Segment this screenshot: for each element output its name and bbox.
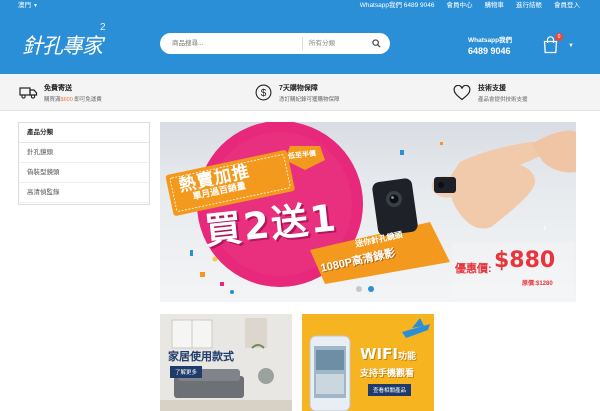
top-link-login[interactable]: 會員登入	[554, 0, 580, 11]
feature-title: 7天購物保障	[279, 84, 318, 92]
svg-text:$: $	[260, 88, 266, 99]
feature-support: 技術支援 產品會提供技術支援	[452, 74, 528, 111]
banner-next-arrow[interactable]: ›	[543, 222, 547, 234]
promo-wifi-title: WIFI功能	[360, 344, 416, 363]
top-link-member-center[interactable]: 會員中心	[447, 0, 473, 11]
hand-holding-camera-image	[431, 130, 576, 229]
sidebar-heading: 產品分類	[19, 123, 149, 143]
whatsapp-number: 6489 9046	[468, 46, 511, 56]
search-input[interactable]	[160, 33, 302, 54]
promo-wifi-title-main: WIFI	[360, 345, 398, 363]
search-bar: 所有分類	[160, 33, 390, 54]
top-links: Whatsapp我們 6489 9046 會員中心 購物車 進行結帳 會員登入	[360, 0, 580, 11]
chevron-down-icon: ▼	[33, 3, 38, 9]
heart-icon	[452, 83, 472, 103]
feature-title: 技術支援	[478, 84, 506, 92]
top-link-cart[interactable]: 購物車	[485, 0, 505, 11]
promo-wifi-title-suffix: 功能	[397, 352, 416, 362]
feature-desc: 產品會提供技術支援	[478, 96, 528, 103]
logo-superscript: 2	[100, 22, 105, 33]
promo-learn-more-button[interactable]: 了解更多	[170, 366, 203, 378]
promo-wifi-subtitle: 支持手機觀看	[360, 368, 415, 378]
feature-strip: 免費寄送 購買滿$600 即可免運費 $ 7天購物保障 憑訂購紀錄可獲購物保障 …	[0, 74, 600, 111]
top-bar: 澳門 ▼ Whatsapp我們 6489 9046 會員中心 購物車 進行結帳 會…	[0, 0, 600, 11]
search-button[interactable]	[362, 33, 390, 54]
promo-title: 家居使用款式	[168, 350, 234, 363]
original-price: 原價:$1280	[522, 281, 553, 287]
region-label: 澳門	[18, 2, 31, 9]
feature-title: 免費寄送	[44, 84, 72, 92]
promo-wifi[interactable]: WIFI功能 支持手機觀看 查看相關產品	[302, 314, 434, 411]
feature-free-shipping: 免費寄送 購買滿$600 即可免運費	[18, 74, 102, 111]
sidebar-item-disguised-lens[interactable]: 偽裝型鏡頭	[19, 163, 149, 183]
search-icon	[371, 39, 381, 48]
feature-desc: 購買滿$600 即可免運費	[44, 96, 102, 103]
whatsapp-contact[interactable]: Whatsapp我們 6489 9046	[468, 34, 512, 56]
logo-text: 針孔專家	[22, 34, 103, 58]
top-link-checkout[interactable]: 進行結帳	[516, 0, 542, 11]
offer-price: $880	[494, 248, 556, 273]
site-header: 針孔專家 2 所有分類 Whatsapp我們 6489 9046 0 ▼	[0, 11, 600, 74]
cart-count-badge: 0	[555, 33, 563, 41]
top-link-whatsapp[interactable]: Whatsapp我們 6489 9046	[360, 0, 435, 11]
category-sidebar: 產品分類 針孔鏡頭 偽裝型鏡頭 高清偵監錄	[18, 122, 150, 205]
sidebar-item-pinhole-lens[interactable]: 針孔鏡頭	[19, 143, 149, 163]
whatsapp-label: Whatsapp我們	[468, 37, 513, 44]
mini-camera-image	[372, 178, 418, 236]
feature-highlight: $600	[60, 96, 73, 103]
search-category-select[interactable]: 所有分類	[302, 37, 362, 50]
cart-button[interactable]: 0	[543, 33, 563, 54]
feature-desc: 憑訂購紀錄可獲購物保障	[279, 96, 340, 103]
carousel-dots	[356, 286, 374, 292]
offer-label: 優惠價:	[455, 263, 492, 275]
sidebar-item-hd-recorder[interactable]: 高清偵監錄	[19, 183, 149, 203]
dollar-circle-icon: $	[253, 83, 273, 103]
promo-home-models[interactable]: 家居使用款式 了解更多	[160, 314, 292, 411]
carousel-dot[interactable]	[356, 286, 362, 292]
truck-icon	[18, 83, 38, 103]
carousel-dot-active[interactable]	[368, 286, 374, 292]
site-logo[interactable]: 針孔專家 2	[22, 22, 105, 60]
promo-view-products-button[interactable]: 查看相關產品	[368, 384, 412, 396]
chevron-down-icon[interactable]: ▼	[568, 43, 574, 49]
hero-banner[interactable]: 熱賣加推 單月過百銷量 低至半價 買2送1 迷你針孔鏡頭 1080P高清錄影 優…	[160, 122, 576, 302]
feature-guarantee: $ 7天購物保障 憑訂購紀錄可獲購物保障	[253, 74, 340, 111]
